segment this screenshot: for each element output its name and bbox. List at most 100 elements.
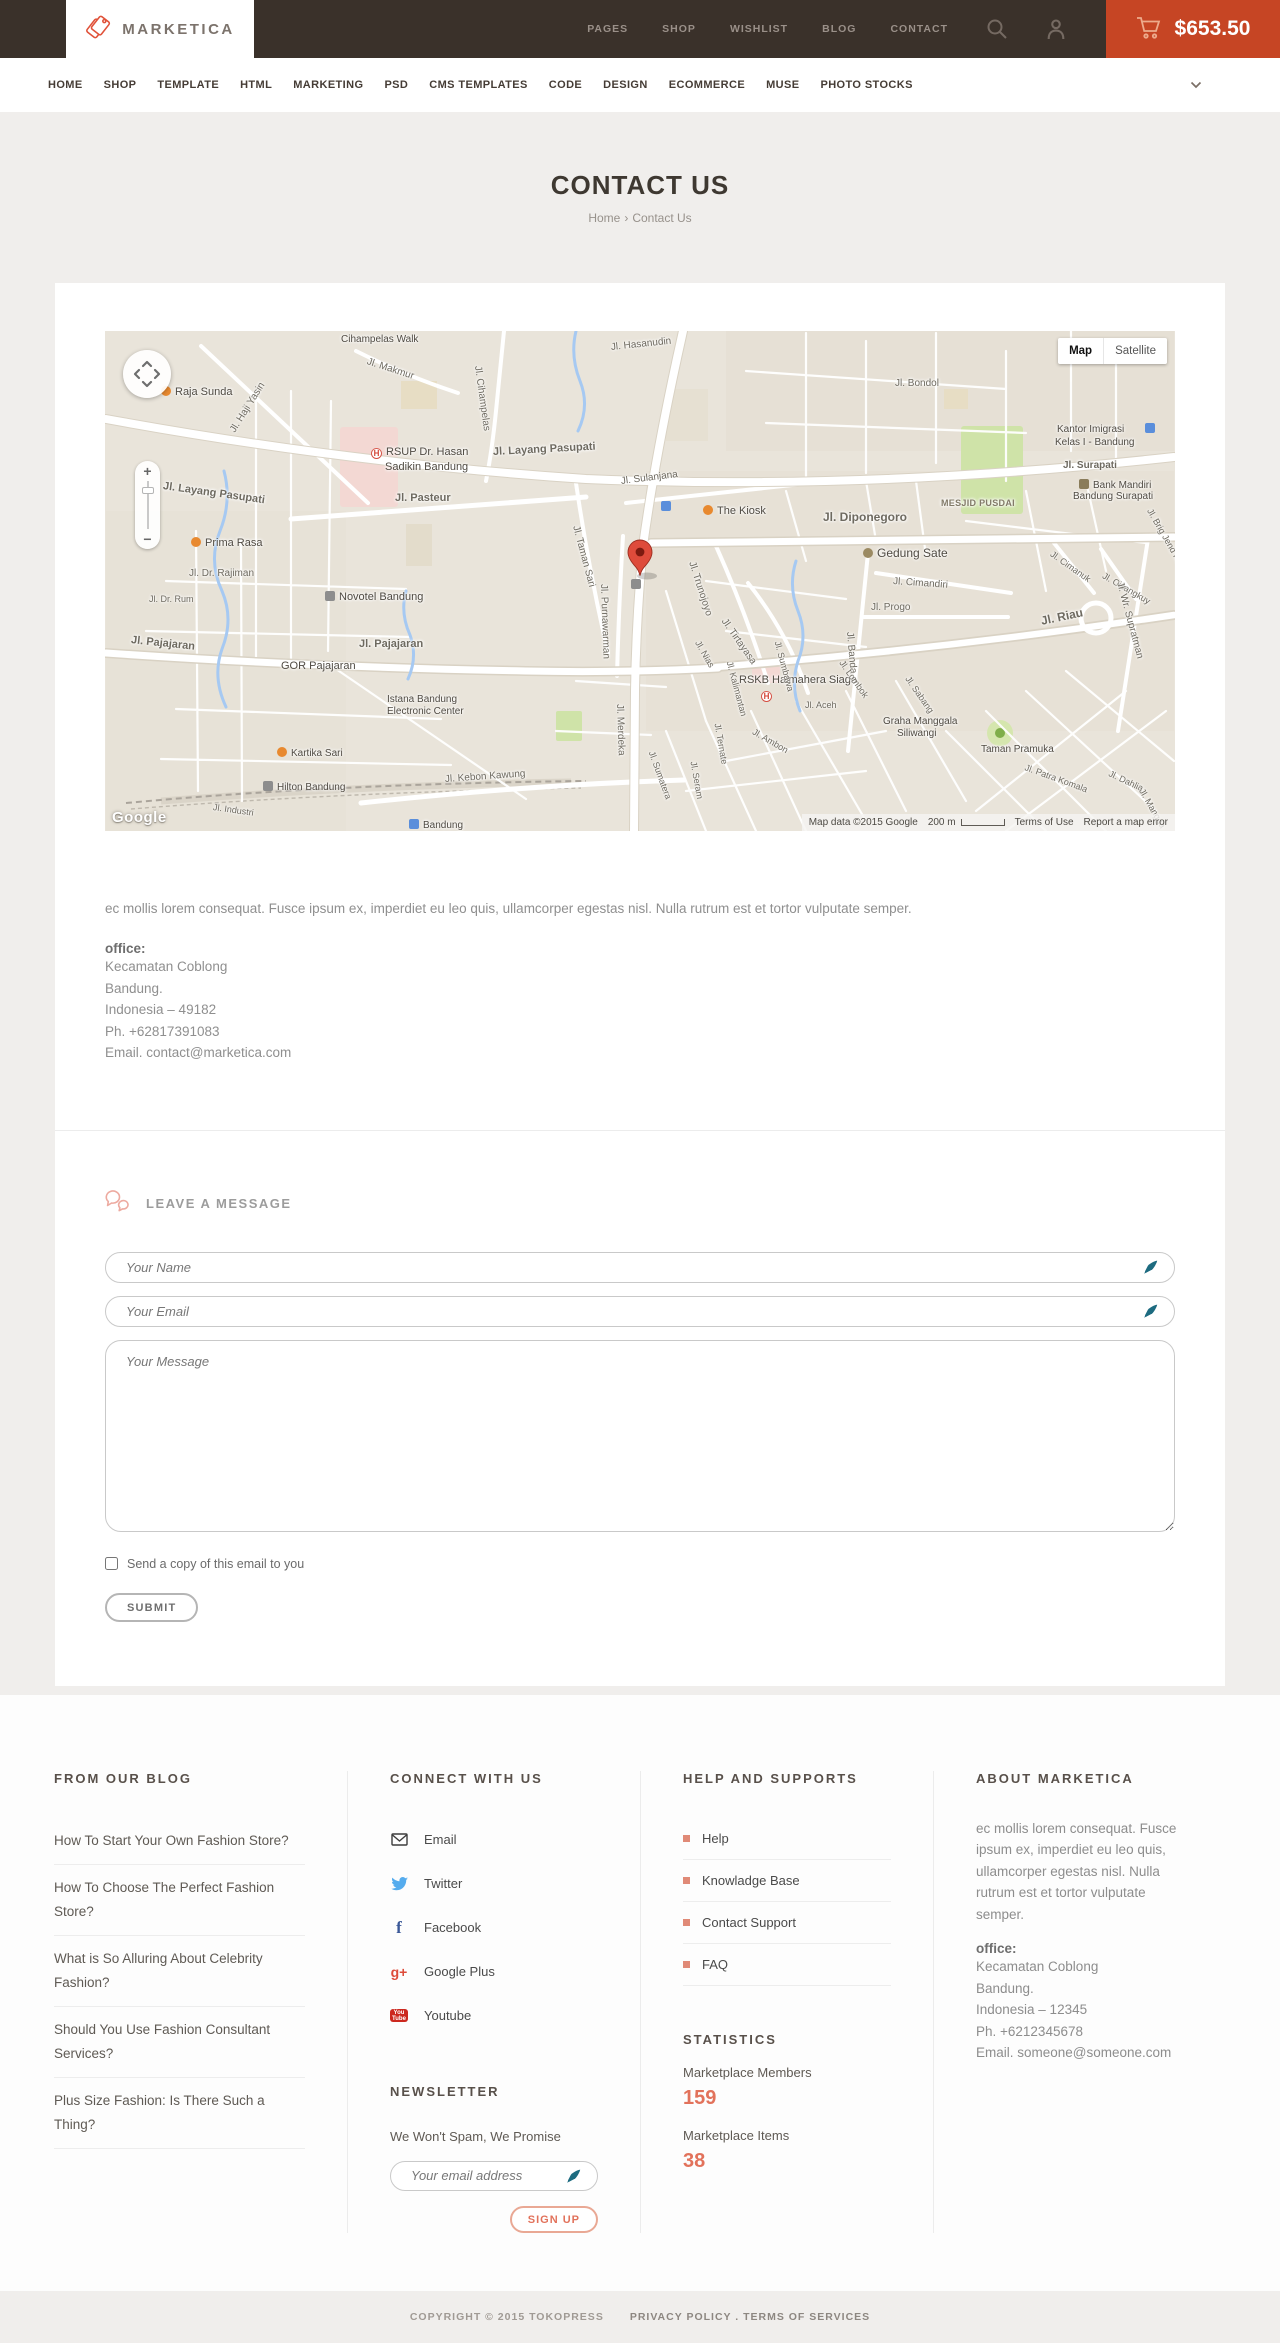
map-label bbox=[661, 501, 675, 513]
search-icon[interactable] bbox=[986, 18, 1008, 40]
pen-icon bbox=[566, 2169, 581, 2189]
footer-blog-column: FROM OUR BLOG How To Start Your Own Fash… bbox=[54, 1771, 347, 2233]
top-nav-wishlist[interactable]: WISHLIST bbox=[730, 23, 788, 35]
map-label: Sadikin Bandung bbox=[385, 461, 469, 473]
map-label: Jl. Layang Pasupati bbox=[162, 480, 266, 507]
map-label bbox=[1145, 423, 1159, 435]
office-line: Ph. +6212345678 bbox=[976, 2023, 1083, 2039]
social-link-email[interactable]: Email bbox=[390, 1818, 598, 1862]
google-logo[interactable]: Google bbox=[112, 809, 167, 826]
office-line: Email. someone@someone.com bbox=[976, 2045, 1172, 2060]
knowledge-base-link[interactable]: Knowladge Base bbox=[683, 1860, 891, 1902]
blog-post-link[interactable]: What is So Alluring About Celebrity Fash… bbox=[54, 1936, 305, 2007]
submit-button[interactable]: SUBMIT bbox=[105, 1592, 199, 1622]
chevron-down-icon[interactable] bbox=[1190, 81, 1202, 89]
social-link-youtube[interactable]: You Tube Youtube bbox=[390, 1994, 598, 2038]
map-pan-control[interactable] bbox=[123, 350, 171, 398]
blog-post-link[interactable]: Plus Size Fashion: Is There Such a Thing… bbox=[54, 2078, 305, 2149]
send-copy-checkbox[interactable] bbox=[105, 1557, 118, 1570]
top-nav-pages[interactable]: PAGES bbox=[587, 23, 628, 35]
social-link-google-plus[interactable]: g+ Google Plus bbox=[390, 1950, 598, 1994]
zoom-slider[interactable] bbox=[141, 481, 154, 529]
subnav-template[interactable]: TEMPLATE bbox=[157, 79, 219, 91]
map-type-satellite-button[interactable]: Satellite bbox=[1103, 338, 1167, 364]
zoom-slider-handle[interactable] bbox=[141, 487, 154, 494]
blog-post-link[interactable]: How To Start Your Own Fashion Store? bbox=[54, 1818, 305, 1865]
cart-button[interactable]: $653.50 bbox=[1106, 0, 1280, 58]
map-label: Kelas I - Bandung bbox=[1055, 437, 1135, 448]
zoom-in-button[interactable]: + bbox=[143, 464, 151, 478]
breadcrumb-home[interactable]: Home bbox=[588, 211, 620, 225]
office-line: Ph. +62817391083 bbox=[105, 1023, 220, 1039]
office-line: Kecamatan Coblong bbox=[976, 1959, 1099, 1974]
top-nav-blog[interactable]: BLOG bbox=[822, 23, 856, 35]
subnav-ecommerce[interactable]: ECOMMERCE bbox=[669, 79, 745, 91]
help-link[interactable]: Help bbox=[683, 1818, 891, 1860]
map-label: Jl. Haji Yasin bbox=[227, 380, 268, 435]
faq-link[interactable]: FAQ bbox=[683, 1944, 891, 1986]
map-label: Jl. Dr. Rajiman bbox=[189, 568, 255, 579]
user-account-icon[interactable] bbox=[1046, 18, 1066, 40]
social-link-twitter[interactable]: Twitter bbox=[390, 1862, 598, 1906]
subnav-photo-stocks[interactable]: PHOTO STOCKS bbox=[820, 79, 912, 91]
blog-post-link[interactable]: How To Choose The Perfect Fashion Store? bbox=[54, 1865, 305, 1936]
map-label: Jl. Brig Jend Ka bbox=[1145, 506, 1175, 567]
office-line: Email. contact@marketica.com bbox=[105, 1045, 292, 1060]
map-label: Jl. Purnawarman bbox=[598, 583, 612, 660]
social-link-facebook[interactable]: f Facebook bbox=[390, 1906, 598, 1950]
google-map[interactable]: Cihampelas Walk Jl. Hasanudin Jl. Makmur Jl… bbox=[105, 331, 1175, 831]
report-map-error-link[interactable]: Report a map error bbox=[1084, 817, 1168, 828]
map-label: H RSUP Dr. Hasan bbox=[371, 447, 468, 459]
office-line: Indonesia – 49182 bbox=[105, 1002, 217, 1017]
blog-post-link[interactable]: Should You Use Fashion Consultant Servic… bbox=[54, 2007, 305, 2078]
message-textarea[interactable] bbox=[105, 1339, 1175, 1532]
zoom-out-button[interactable]: − bbox=[143, 532, 151, 546]
subnav-html[interactable]: HTML bbox=[240, 79, 272, 91]
map-label: Jl. Layang Pasupati bbox=[492, 440, 596, 458]
blue-map-icon bbox=[1145, 423, 1155, 433]
subnav-design[interactable]: DESIGN bbox=[603, 79, 648, 91]
sign-up-button[interactable]: SIGN UP bbox=[509, 2205, 598, 2233]
subnav-marketing[interactable]: MARKETING bbox=[293, 79, 363, 91]
map-type-map-button[interactable]: Map bbox=[1058, 338, 1104, 364]
send-copy-option: Send a copy of this email to you bbox=[105, 1557, 1175, 1571]
map-label: Jl. Bondol bbox=[895, 378, 939, 389]
scale-bar bbox=[960, 819, 1005, 826]
map-label: Jl. Hasanudin bbox=[610, 335, 672, 353]
map-label: Jl. Pasteur bbox=[395, 492, 451, 504]
top-nav-shop[interactable]: SHOP bbox=[662, 23, 696, 35]
contact-support-link[interactable]: Contact Support bbox=[683, 1902, 891, 1944]
map-label: Kantor Imigrasi bbox=[1057, 424, 1125, 435]
office-label: office: bbox=[105, 941, 146, 956]
blue-map-icon bbox=[409, 819, 419, 829]
map-label: Jl. Aceh bbox=[805, 700, 837, 710]
office-line: Bandung. bbox=[105, 980, 163, 996]
name-input[interactable] bbox=[105, 1251, 1175, 1283]
category-nav: HOME SHOP TEMPLATE HTML MARKETING PSD CM… bbox=[0, 58, 1280, 112]
logo[interactable]: MARKETICA bbox=[66, 0, 254, 59]
email-input[interactable] bbox=[105, 1295, 1175, 1327]
bullet-icon bbox=[683, 1960, 690, 1968]
breadcrumb-current: Contact Us bbox=[632, 211, 692, 225]
stat-label: Marketplace Members bbox=[683, 2064, 812, 2080]
map-attribution: Map data ©2015 Google 200 m Terms of Use… bbox=[801, 814, 1175, 831]
map-label: Gedung Sate bbox=[863, 547, 948, 559]
subnav-code[interactable]: CODE bbox=[549, 79, 582, 91]
newsletter-tagline: We Won't Spam, We Promise bbox=[390, 2128, 561, 2144]
map-zoom-control[interactable]: + − bbox=[135, 461, 160, 549]
terms-of-use-link[interactable]: Terms of Use bbox=[1015, 817, 1074, 828]
subnav-shop[interactable]: SHOP bbox=[104, 79, 137, 91]
subnav-cms-templates[interactable]: CMS TEMPLATES bbox=[429, 79, 528, 91]
top-nav-contact[interactable]: CONTACT bbox=[890, 23, 948, 35]
subnav-psd[interactable]: PSD bbox=[384, 79, 408, 91]
map-label: Jl. Cimandiri bbox=[892, 576, 949, 591]
bullet-icon bbox=[683, 1876, 690, 1884]
subnav-home[interactable]: HOME bbox=[48, 79, 83, 91]
content-card: Cihampelas Walk Jl. Hasanudin Jl. Makmur Jl… bbox=[55, 283, 1225, 1686]
map-label: Jl. Trunojoyo bbox=[686, 560, 715, 618]
map-label: MESJID PUSDAI bbox=[941, 498, 1015, 508]
subnav-muse[interactable]: MUSE bbox=[766, 79, 799, 91]
office-line: Bandung. bbox=[976, 1980, 1034, 1996]
map-label: Jl. Pajajaran bbox=[130, 634, 196, 653]
map-label: Jl. Tirtayasa bbox=[718, 616, 759, 667]
